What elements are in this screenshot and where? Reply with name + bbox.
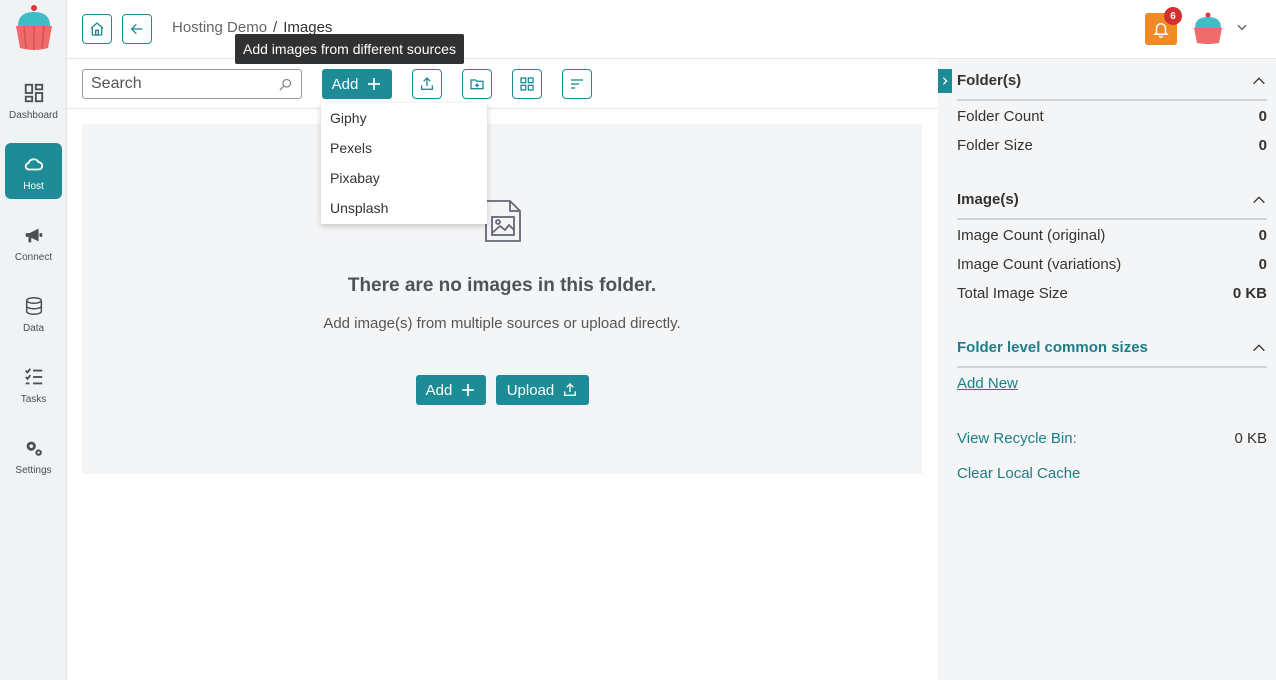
tasks-icon: [24, 368, 42, 385]
empty-add-label: Add: [425, 381, 453, 399]
total-image-size-row: Total Image Size 0 KB: [957, 285, 1267, 302]
menu-item-pexels[interactable]: Pexels: [321, 133, 487, 163]
nav-label: Settings: [15, 465, 52, 476]
info-panel: Folder(s) Folder Count 0 Folder Size 0 I…: [938, 59, 1276, 680]
menu-item-unsplash[interactable]: Unsplash: [321, 193, 487, 223]
search-icon[interactable]: [278, 77, 293, 92]
sort-button[interactable]: [562, 69, 592, 99]
total-image-size-value: 0 KB: [1232, 285, 1267, 302]
nav-label: Host: [23, 181, 44, 192]
back-button[interactable]: [122, 14, 152, 44]
folder-size-value: 0: [1258, 137, 1267, 154]
nav-item-data[interactable]: Data: [5, 285, 62, 341]
nav-item-connect[interactable]: Connect: [5, 214, 62, 270]
search-box: [82, 69, 302, 99]
nav-label: Tasks: [20, 394, 47, 405]
empty-title: There are no images in this folder.: [347, 275, 657, 296]
nav-label: Connect: [14, 252, 53, 263]
folder-count-label: Folder Count: [957, 108, 1044, 125]
images-section-title: Image(s): [957, 191, 1019, 208]
image-count-original-label: Image Count (original): [957, 227, 1106, 244]
cloud-icon: [24, 158, 43, 171]
folder-count-row: Folder Count 0: [957, 108, 1267, 125]
dashboard-icon: [24, 83, 43, 103]
common-sizes-section-header[interactable]: Folder level common sizes: [957, 339, 1267, 368]
grid-icon: [520, 77, 534, 91]
cupcake-logo-icon[interactable]: [10, 4, 58, 52]
home-button[interactable]: [82, 14, 112, 44]
avatar[interactable]: [1192, 12, 1224, 44]
new-folder-button[interactable]: [462, 69, 492, 99]
empty-state: There are no images in this folder. Add …: [82, 124, 922, 474]
image-count-original-value: 0: [1258, 227, 1267, 244]
chevron-down-icon[interactable]: [1235, 20, 1249, 34]
nav-item-tasks[interactable]: Tasks: [5, 356, 62, 412]
left-nav: Dashboard Host Connect Data Tasks Settin…: [0, 0, 67, 680]
home-icon: [90, 22, 104, 36]
chevron-up-icon: [1253, 77, 1265, 85]
sort-icon: [571, 79, 583, 89]
plus-icon: [368, 78, 381, 90]
database-icon: [25, 297, 42, 315]
add-source-menu: Giphy Pexels Pixabay Unsplash: [321, 103, 487, 224]
common-sizes-section-title: Folder level common sizes: [957, 339, 1148, 356]
clear-local-cache-link[interactable]: Clear Local Cache: [957, 465, 1080, 482]
gear-icon: [26, 441, 42, 456]
folders-section-header[interactable]: Folder(s): [957, 72, 1267, 101]
image-count-original-row: Image Count (original) 0: [957, 227, 1267, 244]
images-section-header[interactable]: Image(s): [957, 191, 1267, 220]
image-count-variations-label: Image Count (variations): [957, 256, 1122, 273]
nav-item-settings[interactable]: Settings: [5, 427, 62, 483]
menu-item-pixabay[interactable]: Pixabay: [321, 163, 487, 193]
nav-item-host[interactable]: Host: [5, 143, 62, 199]
upload-icon: [421, 77, 433, 90]
upload-icon: [564, 383, 577, 396]
add-tooltip: Add images from different sources: [235, 34, 464, 64]
folder-plus-icon: [470, 79, 484, 90]
search-input[interactable]: [83, 70, 268, 98]
image-file-icon: [485, 200, 521, 242]
folder-size-label: Folder Size: [957, 137, 1033, 154]
grid-view-button[interactable]: [512, 69, 542, 99]
nav-label: Data: [22, 323, 45, 334]
menu-item-giphy[interactable]: Giphy: [321, 103, 487, 133]
view-recycle-bin-link[interactable]: View Recycle Bin:: [957, 430, 1077, 447]
arrow-left-icon: [130, 23, 143, 35]
chevron-up-icon: [1253, 196, 1265, 204]
chevron-up-icon: [1253, 344, 1265, 352]
nav-label: Dashboard: [9, 110, 58, 121]
folders-section-title: Folder(s): [957, 72, 1022, 89]
folder-count-value: 0: [1258, 108, 1267, 125]
image-count-variations-value: 0: [1258, 256, 1267, 273]
folder-size-row: Folder Size 0: [957, 137, 1267, 154]
toolbar: Add: [67, 59, 938, 109]
empty-upload-label: Upload: [506, 381, 555, 399]
empty-upload-button[interactable]: Upload: [496, 375, 589, 405]
image-count-variations-row: Image Count (variations) 0: [957, 256, 1267, 273]
add-button-label: Add: [331, 75, 359, 93]
plus-icon: [462, 384, 475, 396]
total-image-size-label: Total Image Size: [957, 285, 1068, 302]
recycle-bin-row: View Recycle Bin: 0 KB: [957, 430, 1267, 447]
nav-item-dashboard[interactable]: Dashboard: [5, 72, 62, 128]
chevron-right-icon: [942, 77, 948, 85]
recycle-bin-size: 0 KB: [1234, 430, 1267, 447]
empty-subtitle: Add image(s) from multiple sources or up…: [323, 315, 681, 332]
notification-badge: 6: [1164, 7, 1182, 25]
collapse-panel-button[interactable]: [938, 69, 952, 93]
add-new-size-link[interactable]: Add New: [957, 375, 1018, 392]
add-button[interactable]: Add: [322, 69, 392, 99]
upload-button[interactable]: [412, 69, 442, 99]
empty-add-button[interactable]: Add: [416, 375, 486, 405]
megaphone-icon: [25, 228, 42, 243]
